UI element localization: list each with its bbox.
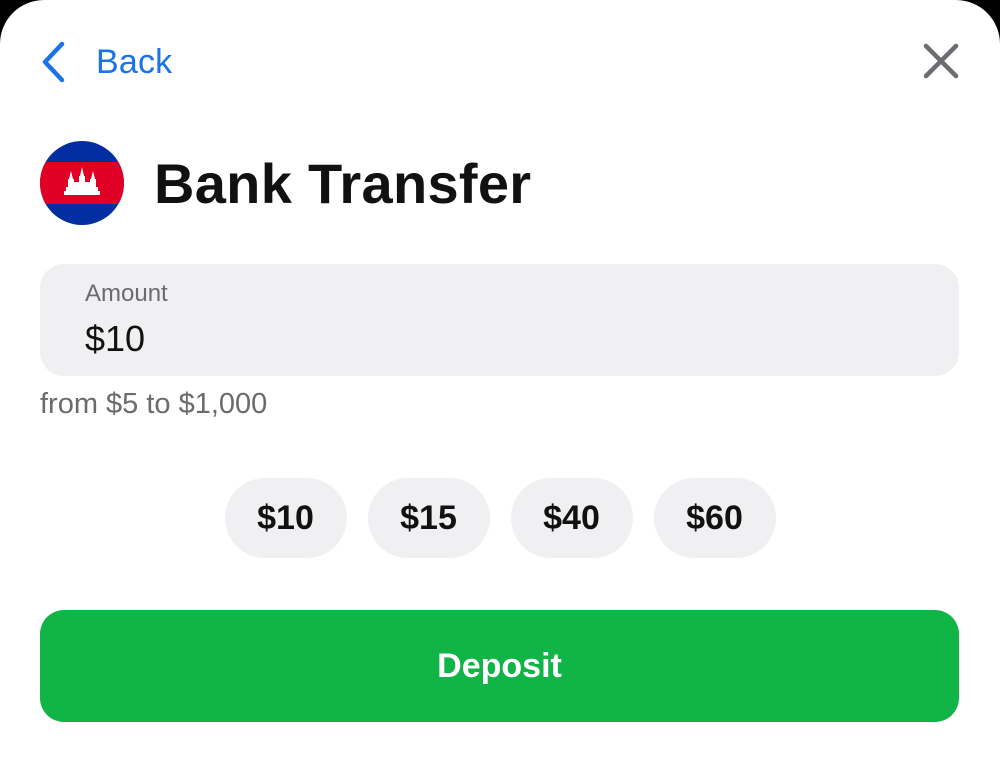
amount-label: Amount <box>85 280 168 307</box>
cambodia-flag-icon <box>40 141 124 225</box>
bank-transfer-sheet: Back Bank Transfer Amount $10 from $5 to… <box>0 0 1000 760</box>
quick-amount-40-button[interactable]: $40 <box>510 478 633 558</box>
quick-amount-10-button[interactable]: $10 <box>224 478 347 558</box>
header-bar: Back <box>0 0 1000 120</box>
back-button[interactable]: Back <box>40 36 172 88</box>
chevron-left-icon <box>40 41 66 83</box>
deposit-button[interactable]: Deposit <box>40 610 959 722</box>
page-title: Bank Transfer <box>154 151 532 215</box>
quick-amount-chips: $10 $15 $40 $60 <box>0 478 1000 558</box>
close-icon <box>918 43 964 88</box>
amount-field[interactable]: Amount $10 <box>40 264 959 376</box>
back-label: Back <box>96 42 173 81</box>
amount-input-value[interactable]: $10 <box>85 318 145 360</box>
close-button[interactable] <box>918 38 964 84</box>
quick-amount-15-button[interactable]: $15 <box>367 478 490 558</box>
quick-amount-60-button[interactable]: $60 <box>653 478 776 558</box>
amount-range-hint: from $5 to $1,000 <box>40 388 268 420</box>
title-row: Bank Transfer <box>40 140 531 226</box>
